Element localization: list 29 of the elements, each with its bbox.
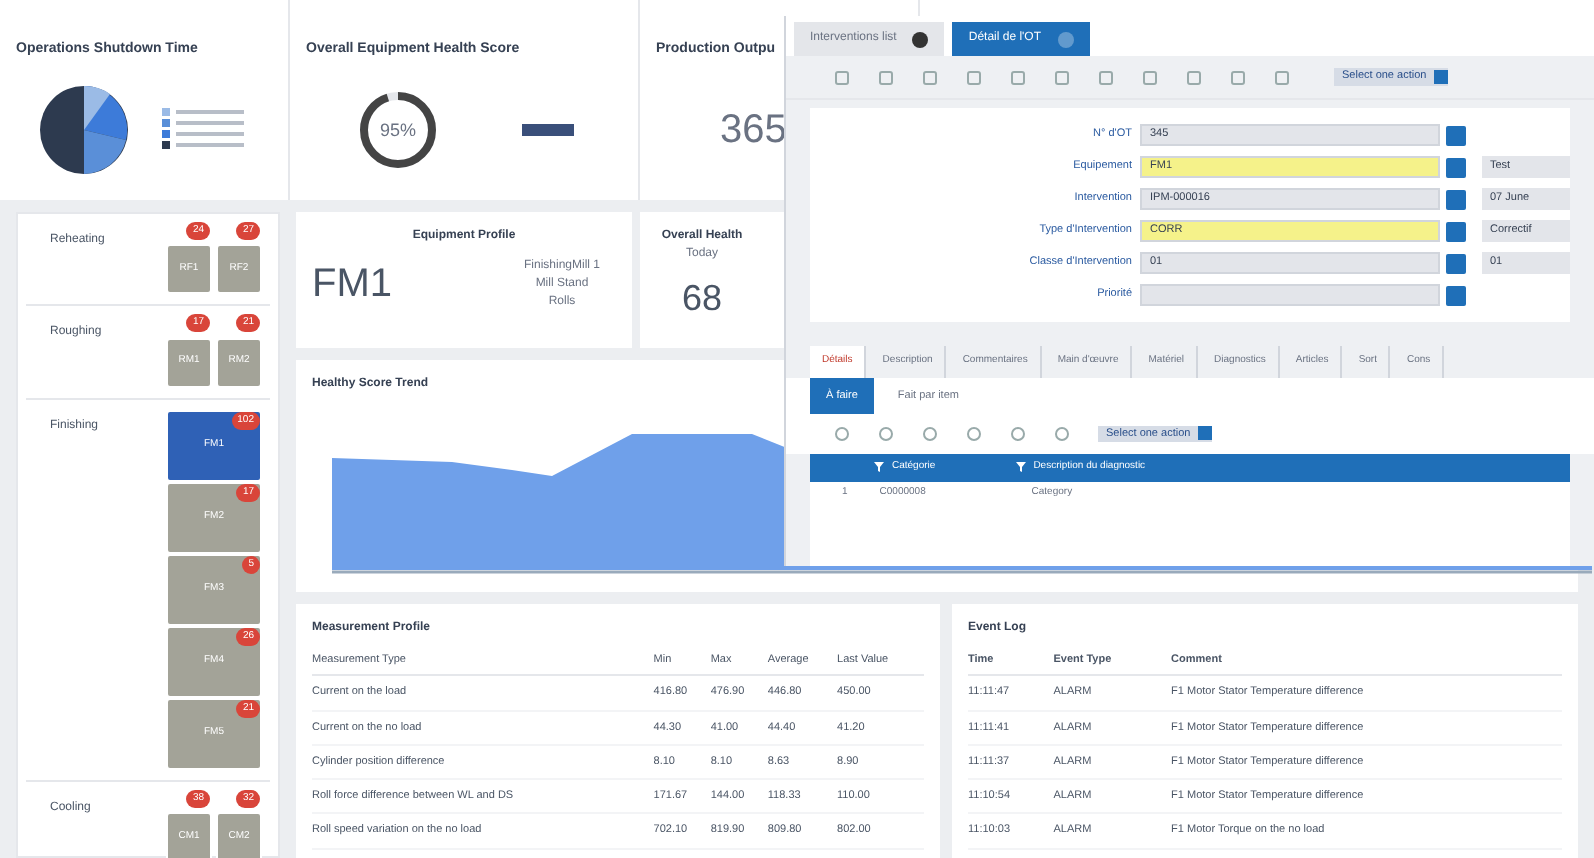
toolbar-tool-icon[interactable]: [878, 425, 894, 442]
toolbar-tool-icon[interactable]: [922, 425, 938, 442]
gradient-bar-drawing: [522, 124, 574, 137]
toolbar-tool-icon[interactable]: [834, 69, 850, 85]
gauge-reading: 95%: [380, 120, 416, 141]
filter-icon[interactable]: [1015, 462, 1026, 473]
toolbar-tool-icon[interactable]: [1142, 69, 1158, 85]
toolbar-tool-icon[interactable]: [1274, 69, 1290, 85]
toolbar-tool-icon[interactable]: [878, 69, 894, 85]
toolbar-tool-icon[interactable]: [1010, 69, 1026, 85]
toolbar-tool-icon[interactable]: [1010, 425, 1026, 442]
toolbar-tool-icon[interactable]: [966, 69, 982, 85]
input-field[interactable]: [1140, 284, 1440, 306]
toolbar-tool-icon[interactable]: [1054, 69, 1070, 85]
dropdown-icon[interactable]: [1434, 70, 1449, 84]
equipment-code: FM1: [312, 260, 392, 310]
health-value: 68: [681, 276, 723, 322]
filter-icon[interactable]: [874, 462, 884, 473]
toolbar-tool-icon[interactable]: [1098, 69, 1114, 85]
toolbar-tool-icon[interactable]: [1054, 425, 1070, 442]
dropdown-icon[interactable]: [1198, 426, 1213, 441]
toolbar-tool-icon[interactable]: [966, 425, 982, 442]
pie-chart-drawing: [38, 84, 130, 177]
toolbar-tool-icon[interactable]: [922, 69, 938, 85]
legend-drawing: [162, 108, 250, 153]
toolbar-tool-icon[interactable]: [1230, 69, 1246, 85]
kpi-value: 365: [720, 108, 787, 153]
toolbar-tool-icon[interactable]: [1186, 69, 1202, 85]
toolbar-tool-icon[interactable]: [834, 425, 850, 442]
